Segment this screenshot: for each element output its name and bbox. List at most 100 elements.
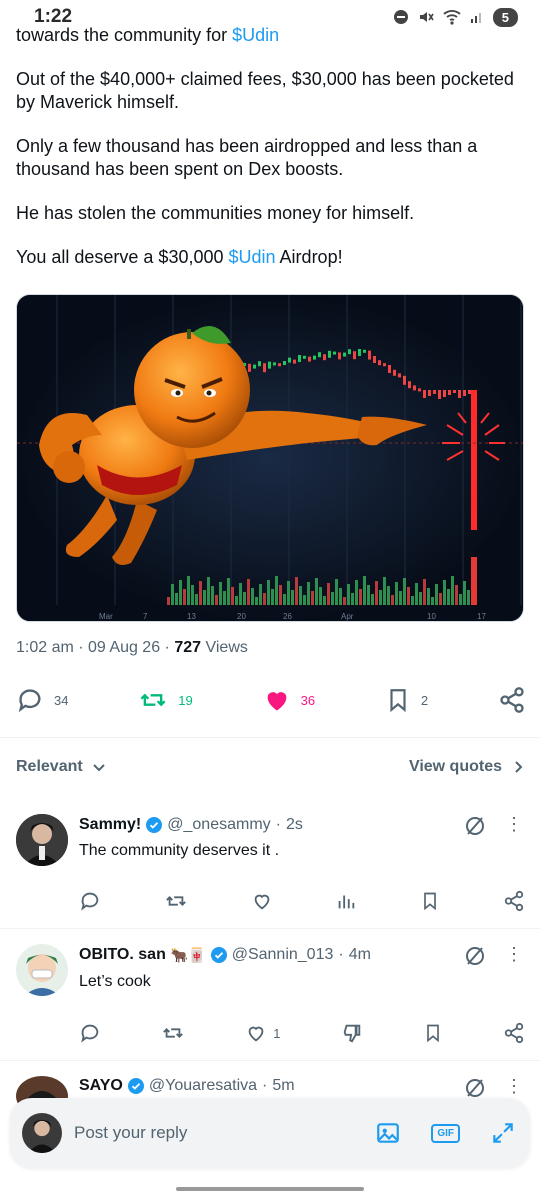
post-media-image[interactable]: Mar 7 13 20 26 Apr 10 17 [16,294,524,622]
volume-bar [307,582,310,605]
comment-icon [18,689,41,713]
volume-bar [459,594,462,605]
candle [393,369,396,376]
like-button[interactable]: 36 [263,686,315,714]
candle [418,388,421,392]
composer-avatar [22,1113,62,1153]
divider [0,928,540,929]
volume-bar [167,597,170,605]
more-options-icon[interactable]: ⋮ [505,1076,523,1097]
sort-dropdown[interactable]: Relevant [16,758,107,776]
volume-bar [279,585,282,605]
volume-bar [287,581,290,605]
reply-text: Let’s cook [79,973,151,990]
volume-bar [335,579,338,605]
image-icon[interactable] [375,1120,401,1146]
volume-bar [219,582,222,605]
candle [358,349,361,356]
candle [408,381,411,389]
candle [253,364,256,369]
volume-bar [295,577,298,605]
candle [398,373,401,378]
reply-composer[interactable]: Post your reply GIF [10,1098,530,1168]
reply-item[interactable]: Sammy! @_onesammy · 2s ⋮ The community d… [0,812,540,930]
reply-handle[interactable]: @Sannin_013 [232,946,334,964]
candle [298,355,301,362]
volume-bar [179,580,182,605]
volume-bar [327,583,330,605]
volume-bar [275,576,278,605]
bookmark-icon [426,1024,439,1043]
volume-bar [359,589,362,605]
expand-icon[interactable] [490,1120,516,1146]
avatar[interactable] [16,944,68,996]
post-paragraph: You all deserve a $30,000 $Udin Airdrop! [16,247,343,267]
reply-author-name[interactable]: SAYO [79,1077,123,1095]
reply-action-bar: 1 [79,1022,525,1044]
cashtag-link[interactable]: $Udin [229,247,276,267]
grok-icon[interactable] [463,1076,487,1100]
volume-bar [351,593,354,605]
grok-icon[interactable] [463,944,487,968]
reply-input[interactable]: Post your reply [74,1123,375,1143]
reply-button[interactable] [79,890,101,912]
reply-count: 34 [54,692,69,708]
post-paragraph: He has stolen the communities money for … [16,203,415,223]
share-button[interactable] [503,890,525,912]
volume-bar [211,586,214,605]
volume-bar [375,581,378,605]
reply-button[interactable]: 34 [16,686,68,714]
volume-bar [431,597,434,605]
cashtag-link[interactable]: $Udin [232,25,279,45]
candle [268,361,271,369]
bookmark-button[interactable] [423,1022,443,1044]
signal-icon [470,13,481,23]
share-button[interactable] [503,1022,525,1044]
share-icon [500,687,524,713]
gif-button[interactable]: GIF [431,1123,460,1143]
like-button[interactable]: 1 [245,1022,281,1044]
candle [293,359,296,364]
reply-handle[interactable]: @Youaresativa [149,1077,257,1095]
candle [348,349,351,355]
candle [263,363,266,373]
bookmark-button[interactable] [420,890,440,912]
volume-bar [391,595,394,605]
volume-bar [283,594,286,605]
avatar[interactable] [16,814,68,866]
reply-author-name[interactable]: OBITO. san [79,946,166,964]
share-button[interactable] [498,686,526,714]
chevron-down-icon [92,764,105,772]
like-count: 1 [273,1025,281,1041]
bookmark-button[interactable]: 2 [385,686,428,714]
reply-action-bar [79,890,525,912]
repost-count: 19 [178,692,193,708]
grok-icon[interactable] [463,814,487,838]
candle [413,385,416,391]
more-options-icon[interactable]: ⋮ [505,814,523,835]
volume-bar [387,586,390,605]
candle [323,354,326,361]
volume-bar [187,576,190,605]
reply-button[interactable] [79,1022,101,1044]
view-quotes-link[interactable]: View quotes [409,758,526,776]
volume-bar [191,585,194,605]
reply-author-name[interactable]: Sammy! [79,816,141,834]
volume-bar [243,592,246,605]
like-button[interactable] [251,890,273,912]
views-button[interactable] [335,890,357,912]
volume-bar [427,588,430,605]
candle [448,390,451,395]
reply-handle[interactable]: @_onesammy [167,816,270,834]
volume-bar [171,584,174,605]
reply-item[interactable]: OBITO. san 🐂🀄 @Sannin_013 · 4m ⋮ Let’s c… [0,942,540,1060]
more-options-icon[interactable]: ⋮ [505,944,523,965]
volume-bar [455,585,458,605]
repost-button[interactable] [164,890,188,912]
repost-button[interactable]: 19 [138,686,193,714]
bookmark-icon [424,892,437,911]
dislike-button[interactable] [341,1022,363,1044]
candle [388,365,391,373]
repost-button[interactable] [161,1022,185,1044]
comment-icon [81,1024,99,1043]
